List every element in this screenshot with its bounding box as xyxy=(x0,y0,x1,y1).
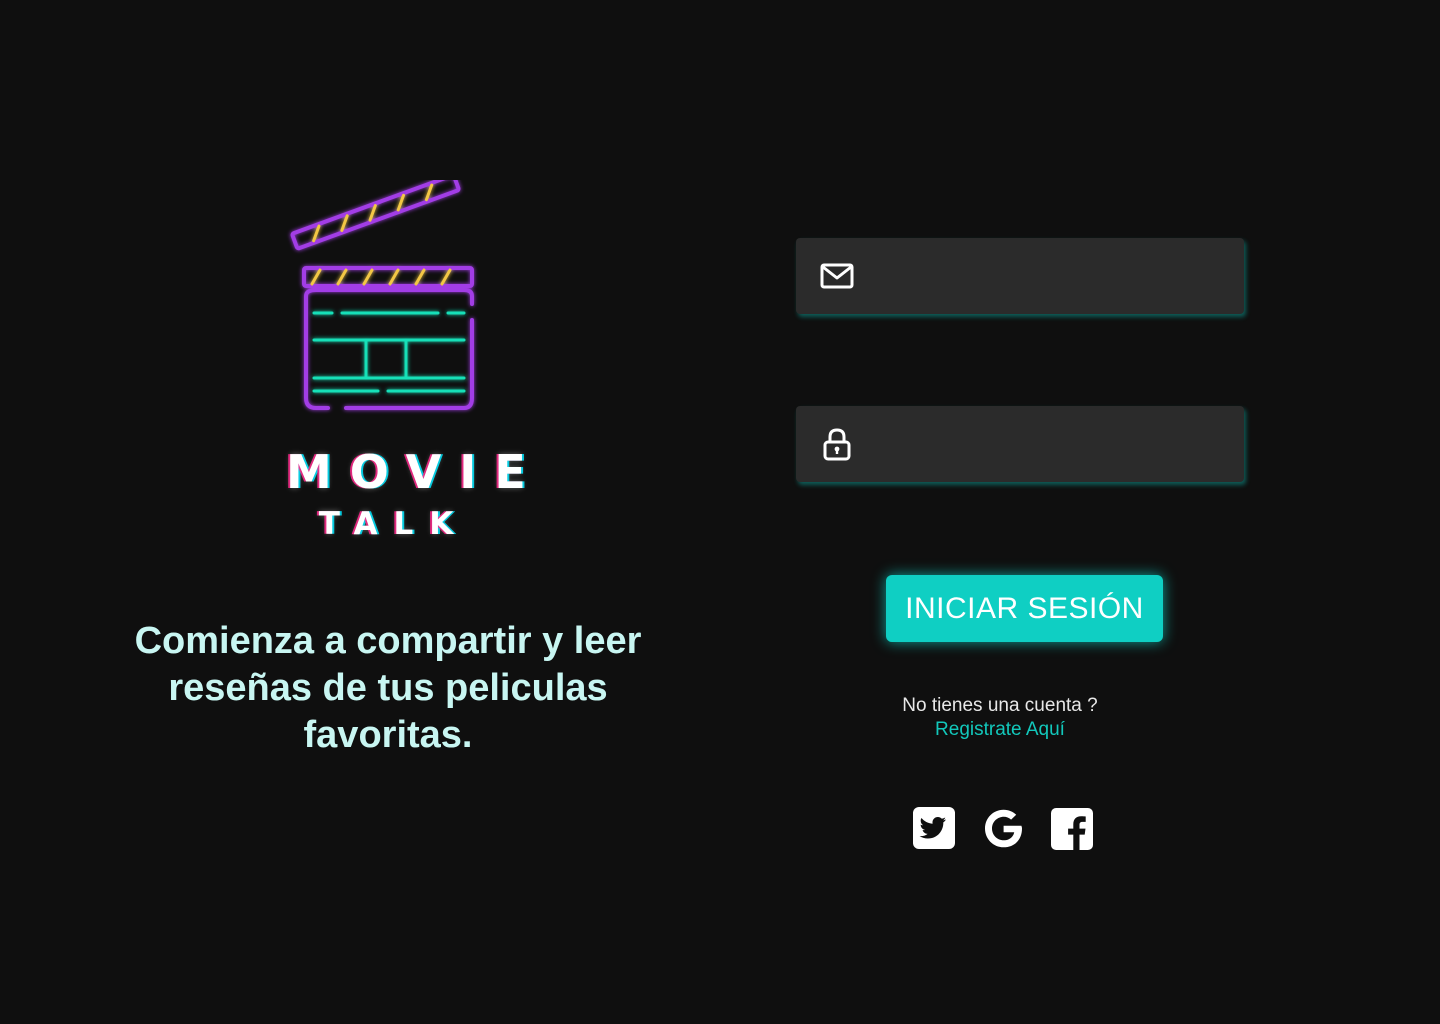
logo-word-movie: MOVIE xyxy=(286,445,544,499)
password-input[interactable] xyxy=(872,405,1228,483)
lock-icon xyxy=(823,428,851,461)
email-field[interactable] xyxy=(796,237,1244,315)
tagline: Comienza a compartir y leer reseñas de t… xyxy=(134,620,642,756)
register-link[interactable]: Registrate Aquí xyxy=(840,718,1160,742)
google-icon[interactable] xyxy=(982,805,1026,851)
twitter-icon[interactable] xyxy=(912,805,956,851)
email-input[interactable] xyxy=(872,237,1228,315)
login-button[interactable]: INICIAR SESIÓN xyxy=(886,575,1163,642)
login-page: MOVIE TALK Comienza a compartir y leer r… xyxy=(0,0,1440,1024)
movie-talk-logo: MOVIE TALK xyxy=(268,180,544,550)
logo-word-talk: TALK xyxy=(318,506,470,542)
clapperboard-icon xyxy=(290,180,474,410)
mail-icon xyxy=(820,263,854,289)
register-question: No tienes una cuenta ? xyxy=(902,695,1098,716)
facebook-icon[interactable] xyxy=(1050,805,1094,851)
password-field[interactable] xyxy=(796,405,1244,483)
register-prompt: No tienes una cuenta ? Registrate Aquí xyxy=(840,694,1160,742)
